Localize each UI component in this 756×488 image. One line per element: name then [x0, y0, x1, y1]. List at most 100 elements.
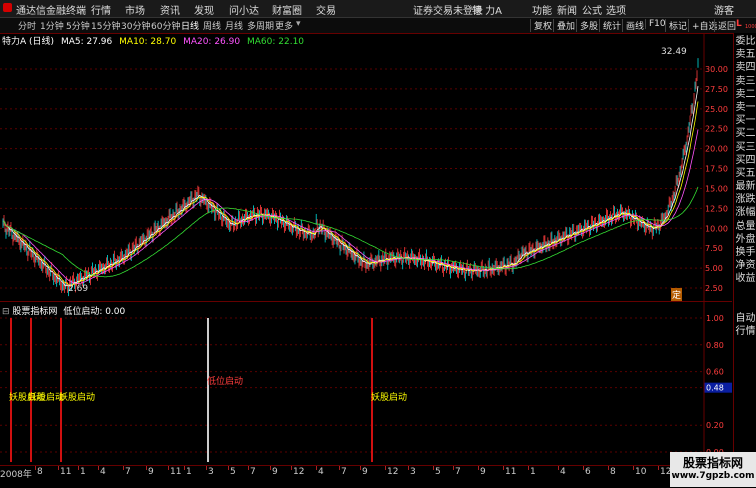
more-chevron-icon[interactable]: ▾	[296, 19, 301, 29]
quote-field-label[interactable]: 买三	[734, 141, 756, 154]
x-tick-mark	[270, 466, 271, 470]
quote-field-label[interactable]: 涨幅	[734, 206, 756, 219]
kline-svg[interactable]: 30.00 27.50 25.00 22.50 20.00 17.50 15.00 12.50…	[0, 33, 732, 301]
mark-button[interactable]: 标记	[665, 19, 687, 32]
draw-button[interactable]: 画线	[622, 19, 644, 32]
x-tick-label: 5	[230, 467, 236, 477]
x-tick-mark	[583, 466, 584, 470]
menu-discover[interactable]: 发现	[194, 2, 214, 17]
quote-field-label[interactable]: 卖一	[734, 101, 756, 114]
quote-field-label[interactable]: 最新	[734, 180, 756, 193]
x-tick-mark	[98, 466, 99, 470]
x-tick-mark	[78, 466, 79, 470]
x-tick-mark	[184, 466, 185, 470]
quote-field-label[interactable]: 涨跌	[734, 193, 756, 206]
f10-button[interactable]: F10	[645, 19, 666, 29]
x-tick-mark	[316, 466, 317, 470]
high-price-label: 32.49	[661, 47, 687, 57]
quote-field-label[interactable]: 买五	[734, 167, 756, 180]
back-button[interactable]: 返回	[714, 19, 736, 32]
y-tick-label: 22.50	[705, 125, 728, 134]
x-tick-label: 1	[186, 467, 192, 477]
menu-newsfeed[interactable]: 新闻	[557, 2, 577, 17]
x-tick-label: 11	[60, 467, 72, 477]
date-axis: 2008年 8 11 1 4 7 9 11 1 3 5 7 9 12 4 7 9 12 3 5 7 9 11 1 4 6 8 10 12	[0, 465, 732, 488]
indicator-value: 低位启动: 0.00	[63, 307, 126, 317]
quote-field-label[interactable]: 总量	[734, 220, 756, 233]
menu-options[interactable]: 选项	[606, 2, 626, 17]
period-tab-weekly[interactable]: 周线	[203, 19, 221, 32]
period-tab-intraday[interactable]: 分时	[18, 19, 36, 32]
x-tick-mark	[633, 466, 634, 470]
menu-wealth[interactable]: 财富圈	[272, 2, 302, 17]
quote-field-label[interactable]: 买一	[734, 114, 756, 127]
period-tab-1min[interactable]: 1分钟	[40, 19, 64, 32]
period-tab-multi[interactable]: 多周期	[247, 19, 274, 32]
y-tick-label: 25.00	[705, 105, 728, 114]
chart-header: 特力A (日线) MA5: 27.96 MA10: 28.70 MA20: 26…	[2, 34, 304, 47]
x-tick-mark	[35, 466, 36, 470]
x-tick-mark	[558, 466, 559, 470]
x-tick-label: 5	[435, 467, 441, 477]
y-tick-label: 27.50	[705, 85, 728, 94]
adjust-button[interactable]: 复权	[530, 19, 552, 32]
menu-ask[interactable]: 问小达	[229, 2, 259, 17]
menu-trade[interactable]: 交易	[316, 2, 336, 17]
period-tab-daily[interactable]: 日线	[181, 19, 199, 32]
y-tick-label: 17.50	[705, 165, 728, 174]
indicator-header: ⊟ 股票指标网 低位启动: 0.00	[2, 304, 125, 317]
quote-field-label[interactable]: 收益	[734, 272, 756, 285]
x-tick-label: 3	[410, 467, 416, 477]
period-tab-monthly[interactable]: 月线	[225, 19, 243, 32]
panel-corner-number: 1000	[745, 24, 756, 30]
overlay-button[interactable]: 叠加	[553, 19, 575, 32]
indicator-toggle-icon[interactable]: ⊟	[2, 307, 10, 317]
period-tab-60min[interactable]: 60分钟	[151, 19, 180, 32]
quote-field-label[interactable]: 净资	[734, 259, 756, 272]
period-tab-30min[interactable]: 30分钟	[121, 19, 150, 32]
quote-field-label[interactable]: 买四	[734, 154, 756, 167]
x-tick-mark	[291, 466, 292, 470]
indicator-chart[interactable]: 1.000.800.600.480.200.00 ⊟ 股票指标网 低位启动: 0…	[0, 302, 732, 464]
menu-formula[interactable]: 公式	[582, 2, 602, 17]
stats-button[interactable]: 统计	[599, 19, 621, 32]
indicator-title[interactable]: 股票指标网	[12, 307, 57, 317]
menu-news[interactable]: 资讯	[160, 2, 180, 17]
quote-field-label[interactable]: 卖四	[734, 61, 756, 74]
x-tick-label: 7	[125, 467, 131, 477]
indicator-svg[interactable]: 1.000.800.600.480.200.00	[0, 302, 732, 464]
period-tab-15min[interactable]: 15分钟	[91, 19, 120, 32]
x-tick-mark	[608, 466, 609, 470]
quote-field-label[interactable]: 卖五	[734, 48, 756, 61]
quote-field-label[interactable]: 卖三	[734, 75, 756, 88]
x-tick-label: 4	[318, 467, 324, 477]
quote-field-label[interactable]: 外盘	[734, 233, 756, 246]
x-tick-label: 9	[148, 467, 154, 477]
quote-field-label[interactable]: 自动	[734, 312, 756, 325]
x-tick-label: 7	[250, 467, 256, 477]
menu-function[interactable]: 功能	[532, 2, 552, 17]
quote-field-label[interactable]: 买二	[734, 127, 756, 140]
ding-badge[interactable]: 定	[671, 288, 683, 301]
multi-stock-button[interactable]: 多股	[576, 19, 598, 32]
period-tab-more[interactable]: 更多	[275, 19, 293, 32]
quote-field-label	[734, 299, 756, 312]
menu-quotes[interactable]: 行情	[91, 2, 111, 17]
y-tick-label: 0.60	[706, 368, 724, 377]
menu-market[interactable]: 市场	[125, 2, 145, 17]
quote-field-label[interactable]: 委比	[734, 35, 756, 48]
period-tab-5min[interactable]: 5分钟	[66, 19, 90, 32]
user-label[interactable]: 游客	[714, 2, 734, 17]
kline-chart[interactable]: 30.00 27.50 25.00 22.50 20.00 17.50 15.00 12.50…	[0, 33, 732, 301]
quote-field-label[interactable]: 换手	[734, 246, 756, 259]
y-tick-label: 5.00	[705, 264, 723, 273]
x-tick-label: 1	[80, 467, 86, 477]
x-tick-label: 12	[293, 467, 305, 477]
x-tick-label: 8	[37, 467, 43, 477]
x-tick-label: 11	[505, 467, 517, 477]
x-tick-mark	[339, 466, 340, 470]
quote-field-label[interactable]: 行情	[734, 325, 756, 338]
y-tick-label: 7.50	[705, 244, 723, 253]
quote-field-label[interactable]: 卖二	[734, 88, 756, 101]
y-tick-label: 0.20	[706, 421, 724, 430]
